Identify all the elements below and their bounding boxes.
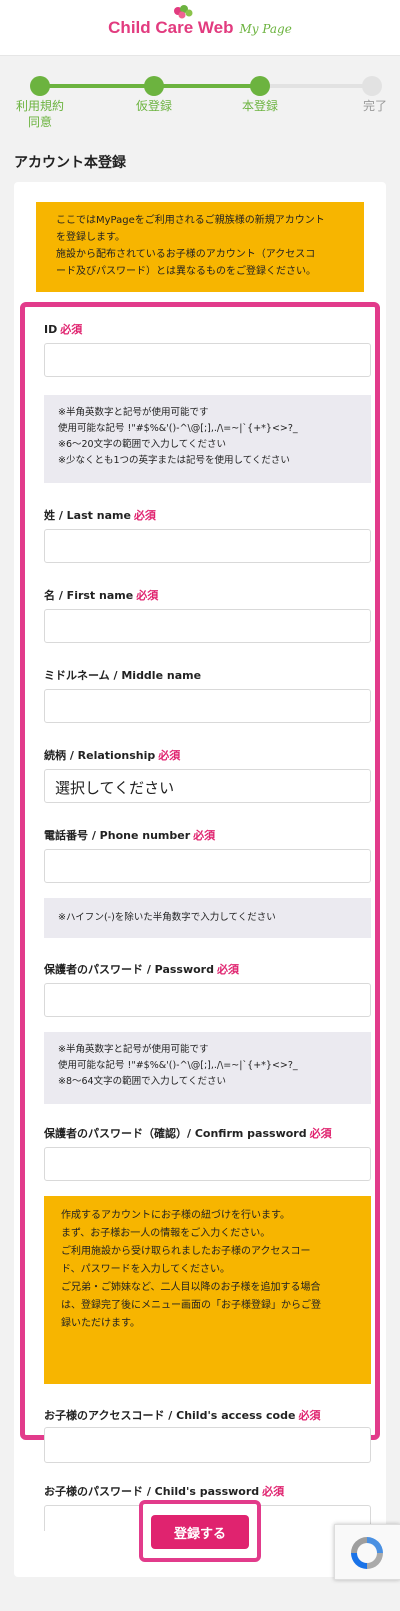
- id-input[interactable]: [44, 343, 371, 377]
- id-label: ID 必須: [44, 323, 83, 336]
- child-access-code-input[interactable]: [44, 1427, 371, 1463]
- confirm-password-input[interactable]: [44, 1147, 371, 1181]
- phone-hint: ※ハイフン(-)を除いた半角数字で入力してください: [44, 898, 371, 938]
- logo-main-text: Child Care Web: [108, 4, 233, 38]
- password-label: 保護者のパスワード / Password 必須: [44, 963, 239, 976]
- relationship-select-value: 選択してください: [55, 779, 175, 797]
- step-label-provisional: 仮登録: [135, 99, 172, 113]
- step-label-terms: 利用規約 同意: [15, 99, 64, 129]
- middle-name-input[interactable]: [44, 689, 371, 723]
- last-name-input[interactable]: [44, 529, 371, 563]
- step-line-pending: [260, 84, 370, 88]
- recaptcha-badge[interactable]: [334, 1524, 400, 1580]
- app-header: Child Care Web My Page: [0, 0, 400, 56]
- step-label-complete: 完了: [362, 99, 387, 113]
- confirm-password-label: 保護者のパスワード（確認）/ Confirm password 必須: [44, 1127, 332, 1140]
- relationship-select[interactable]: 選択してください: [44, 769, 371, 803]
- step-dot-main: [250, 76, 270, 96]
- flower-logo-icon: [174, 4, 193, 18]
- password-hint: ※半角英数字と記号が使用可能です 使用可能な記号 !"#$%&'()-^\@[;…: [44, 1032, 371, 1104]
- submit-highlight-frame: 登録する: [139, 1500, 261, 1562]
- required-badge: 必須: [60, 323, 83, 336]
- registration-form-card: ここではMyPageをご利用されるご親族様の新規アカウント を登録します。 施設…: [14, 182, 386, 1577]
- phone-label: 電話番号 / Phone number 必須: [44, 829, 216, 842]
- step-dot-complete: [362, 76, 382, 96]
- registration-stepper: 利用規約 同意 仮登録 本登録 完了: [0, 56, 400, 136]
- logo-sub-text: My Page: [239, 21, 292, 36]
- middle-name-label: ミドルネーム / Middle name: [44, 669, 202, 682]
- child-care-web-logo[interactable]: Child Care Web My Page: [108, 4, 292, 38]
- password-input[interactable]: [44, 983, 371, 1017]
- intro-notice: ここではMyPageをご利用されるご親族様の新規アカウント を登録します。 施設…: [36, 202, 364, 292]
- step-dot-provisional: [144, 76, 164, 96]
- first-name-label: 名 / First name 必須: [44, 589, 159, 602]
- child-password-label: お子様のパスワード / Child's password 必須: [44, 1485, 285, 1498]
- last-name-label: 姓 / Last name 必須: [44, 509, 156, 522]
- register-button[interactable]: 登録する: [151, 1515, 249, 1549]
- relationship-label: 続柄 / Relationship 必須: [44, 749, 181, 762]
- id-hint: ※半角英数字と記号が使用可能です 使用可能な記号 !"#$%&'()-^\@[;…: [44, 395, 371, 483]
- child-link-notice: 作成するアカウントにお子様の紐づけを行います。 まず、お子様お一人の情報をご入力…: [44, 1196, 371, 1384]
- recaptcha-icon: [351, 1537, 383, 1569]
- form-highlight-frame: ID 必須 ※半角英数字と記号が使用可能です 使用可能な記号 !"#$%&'()-…: [20, 302, 380, 1531]
- step-dot-terms: [30, 76, 50, 96]
- first-name-input[interactable]: [44, 609, 371, 643]
- step-label-main: 本登録: [241, 99, 278, 113]
- page-title: アカウント本登録: [14, 155, 126, 171]
- phone-input[interactable]: [44, 849, 371, 883]
- child-access-code-label: お子様のアクセスコード / Child's access code 必須: [44, 1409, 321, 1422]
